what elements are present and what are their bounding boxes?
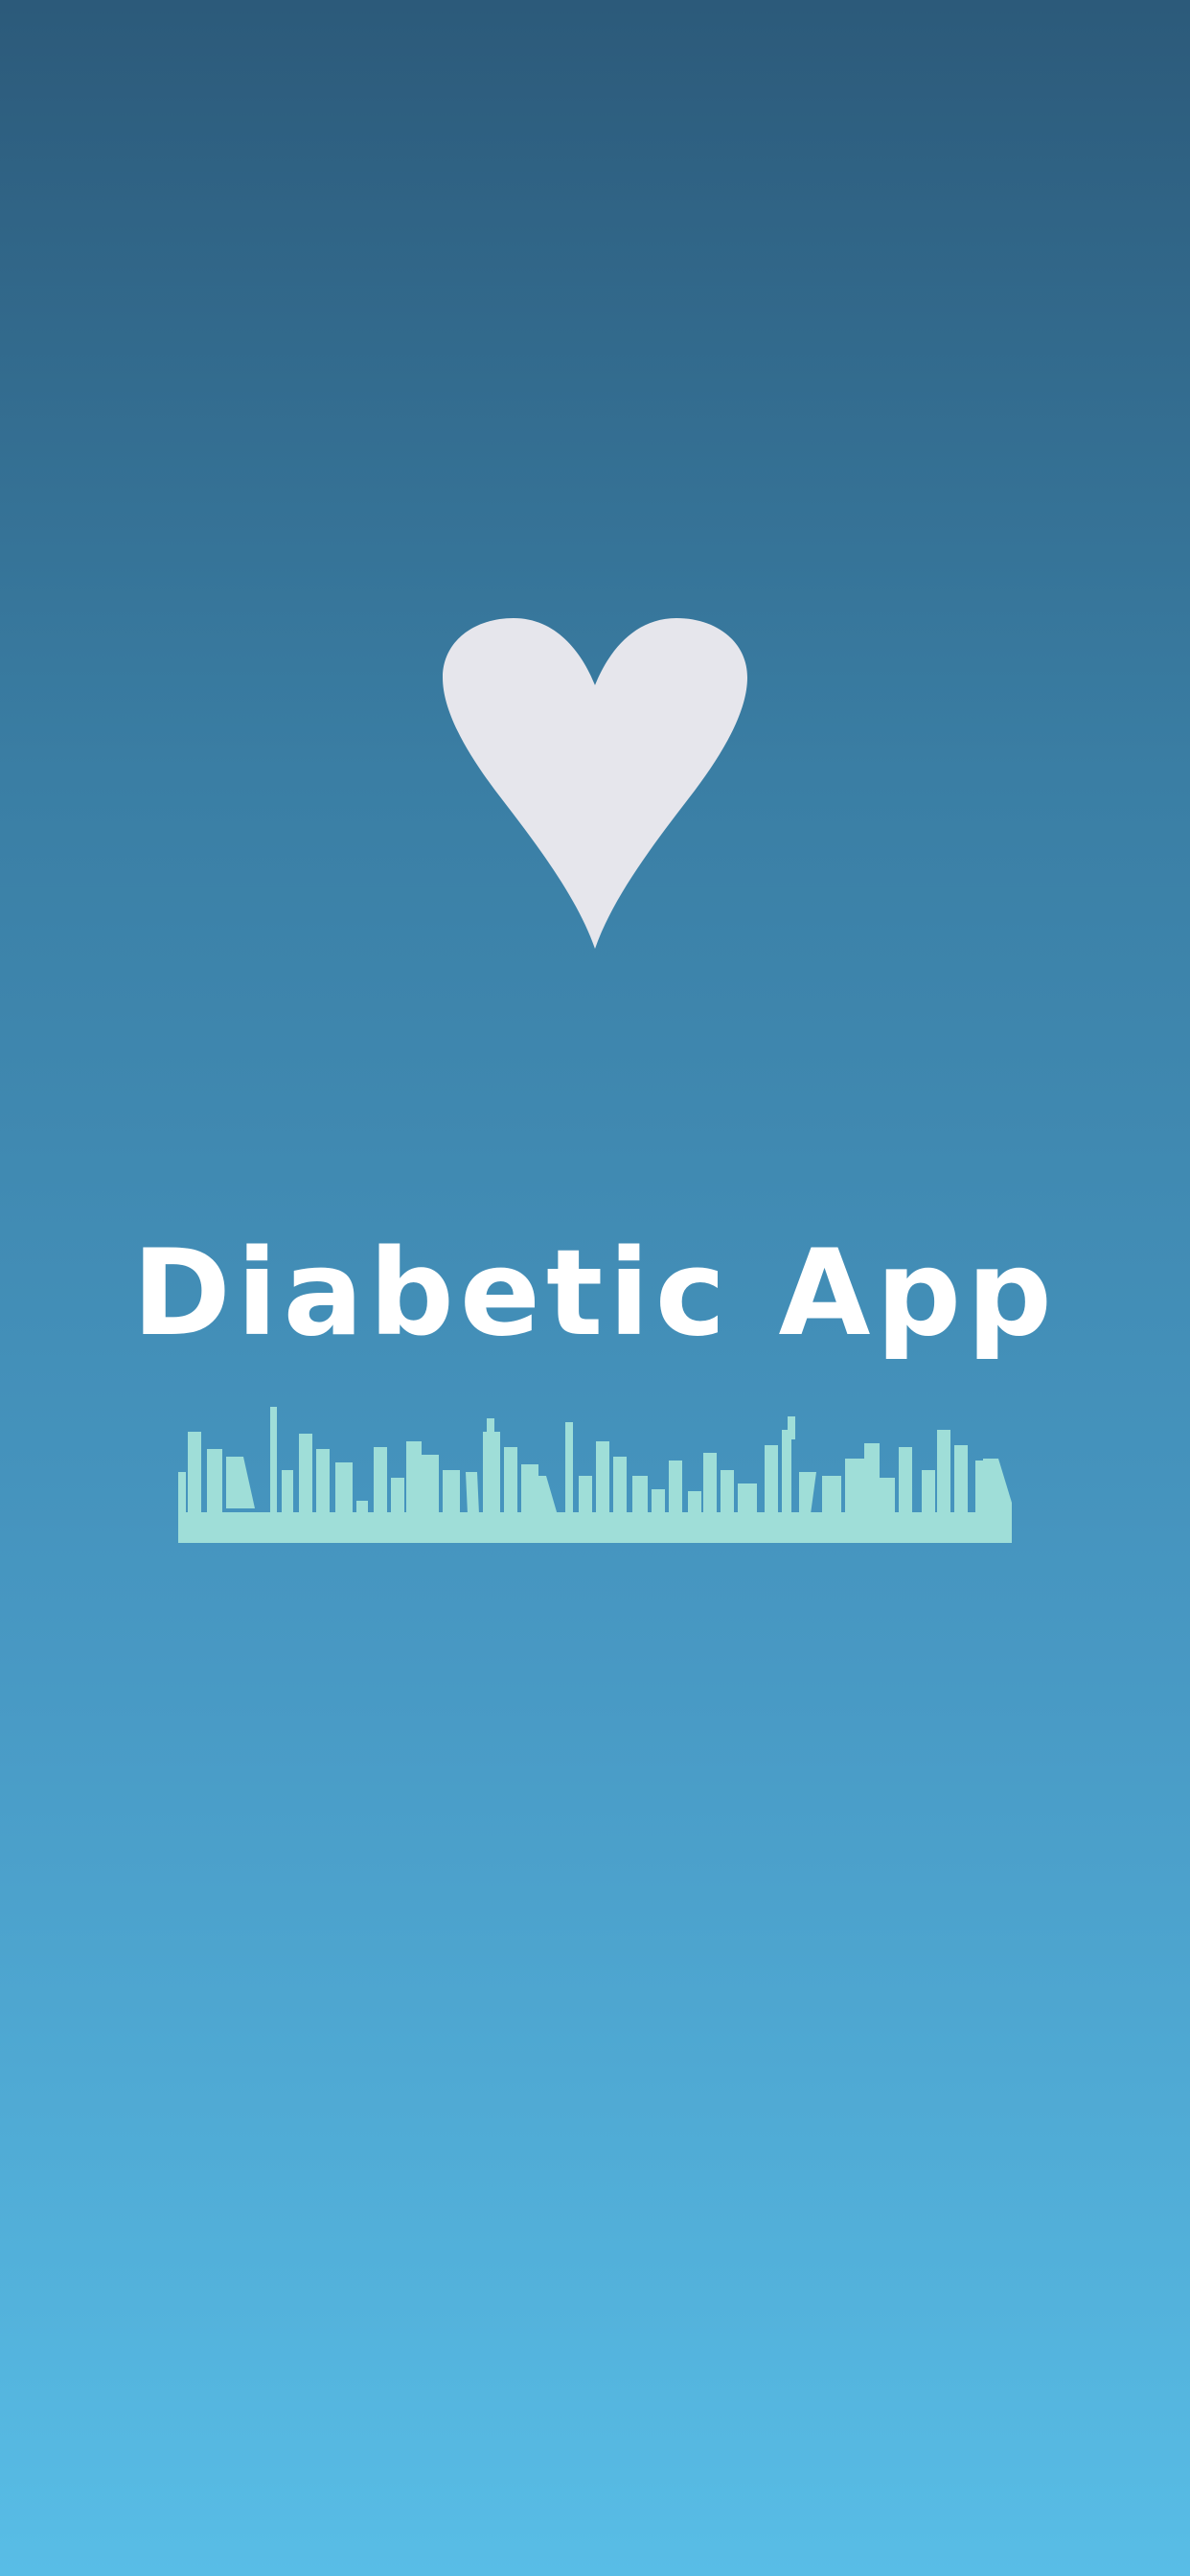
splash-screen: Diabetic App [0, 0, 1190, 2576]
app-title: Diabetic App [132, 1225, 1058, 1363]
heart-icon [443, 618, 747, 949]
city-skyline-icon [178, 1407, 1012, 1543]
